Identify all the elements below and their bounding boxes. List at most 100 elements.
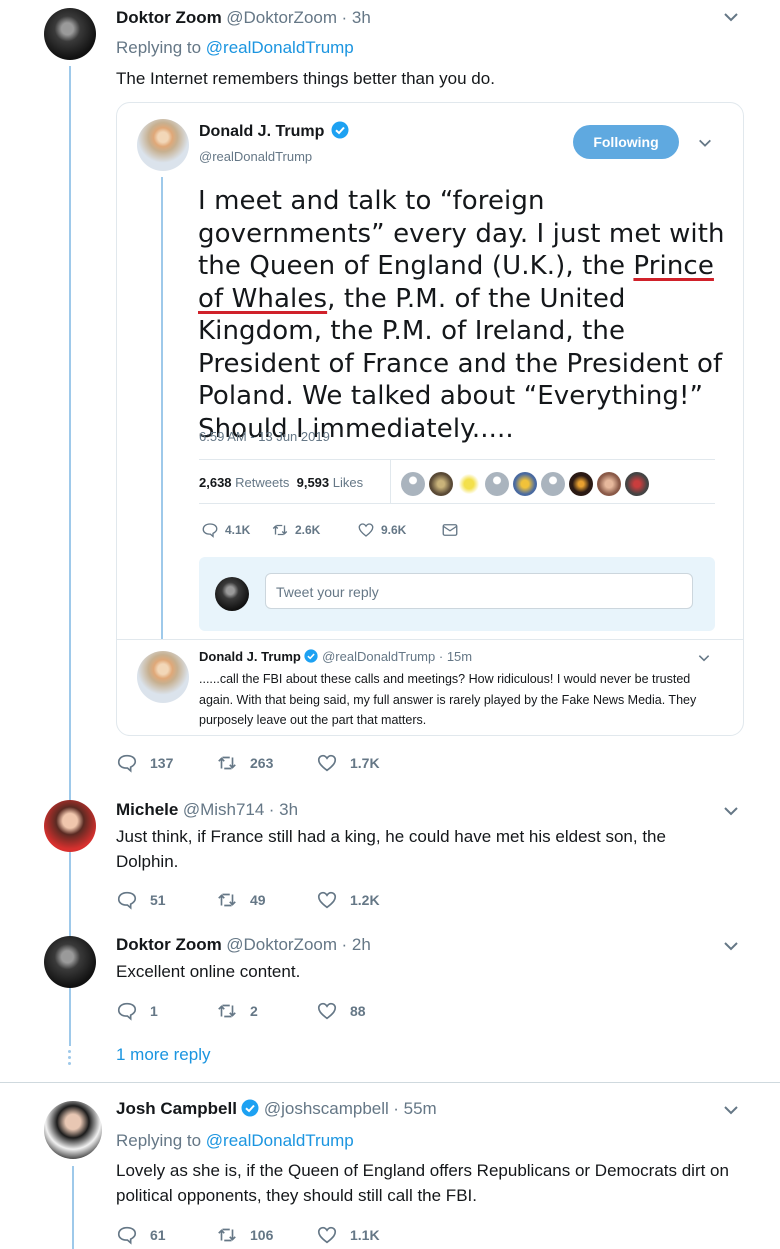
like-count: 88 (350, 1003, 366, 1019)
like-button[interactable]: 1.2K (316, 889, 416, 911)
timestamp[interactable]: · 55m (393, 1099, 436, 1118)
thread-line (161, 177, 163, 639)
author-name[interactable]: Michele (116, 800, 178, 819)
avatar[interactable] (457, 472, 481, 496)
like-button[interactable]: 9.6K (357, 521, 441, 539)
retweet-icon (218, 893, 236, 907)
retweet-count[interactable]: 2,638 (199, 475, 232, 490)
followup-text: ......call the FBI about these calls and… (199, 672, 697, 727)
avatar[interactable] (625, 472, 649, 496)
thread-line (72, 1166, 74, 1249)
chevron-down-icon[interactable] (722, 802, 740, 825)
author-name[interactable]: Donald J. Trump (199, 123, 324, 140)
reply-count: 137 (150, 755, 174, 771)
reply-button[interactable]: 61 (116, 1224, 216, 1246)
reply-icon (202, 523, 218, 538)
avatar[interactable] (513, 472, 537, 496)
chevron-down-icon[interactable] (697, 135, 713, 156)
like-icon (317, 1002, 337, 1020)
retweet-count: 49 (250, 892, 266, 908)
avatar[interactable] (44, 936, 96, 988)
author-name[interactable]: Doktor Zoom (116, 935, 222, 954)
author-handle[interactable]: @DoktorZoom (226, 8, 337, 27)
retweet-icon (272, 524, 288, 536)
timestamp[interactable]: · 3h (269, 800, 298, 819)
liker-avatars[interactable] (401, 472, 671, 498)
like-icon (317, 754, 337, 772)
reply-count: 1 (150, 1003, 158, 1019)
quoted-actions: 4.1K 2.6K 9.6K (201, 521, 471, 539)
like-icon (317, 891, 337, 909)
direct-message-button[interactable] (441, 521, 471, 539)
reply-button[interactable]: 51 (116, 889, 216, 911)
retweet-label[interactable]: Retweets (235, 475, 289, 490)
replying-prefix: Replying to (116, 38, 202, 57)
chevron-down-icon[interactable] (697, 651, 711, 670)
tweet-text: Lovely as she is, if the Queen of Englan… (116, 1161, 729, 1205)
tweet-timestamp[interactable]: 6:59 AM - 13 Jun 2019 (199, 429, 330, 444)
avatar[interactable] (137, 651, 189, 703)
timestamp[interactable]: · 2h (341, 935, 370, 954)
chevron-down-icon[interactable] (722, 1101, 740, 1124)
timestamp[interactable]: · 3h (341, 8, 370, 27)
avatar[interactable] (44, 800, 96, 852)
dm-icon (442, 524, 458, 536)
author-handle[interactable]: @realDonaldTrump (199, 149, 312, 164)
author-handle[interactable]: @DoktorZoom (226, 935, 337, 954)
avatar[interactable] (429, 472, 453, 496)
retweet-count: 263 (250, 755, 274, 771)
avatar[interactable] (44, 1101, 102, 1159)
reply-input[interactable]: Tweet your reply (265, 573, 693, 609)
reply-button[interactable]: 137 (116, 752, 216, 774)
divider (117, 639, 743, 640)
thread-line (69, 66, 71, 1046)
author-handle[interactable]: @joshscampbell (264, 1099, 389, 1118)
retweet-icon (218, 1228, 236, 1242)
retweet-count: 106 (250, 1227, 274, 1243)
chevron-down-icon[interactable] (722, 937, 740, 960)
like-count[interactable]: 9,593 (297, 475, 330, 490)
author-name[interactable]: Donald J. Trump (199, 649, 301, 664)
avatar[interactable] (137, 119, 189, 171)
retweet-button[interactable]: 2 (216, 1000, 316, 1022)
avatar[interactable] (215, 577, 249, 611)
avatar[interactable] (44, 8, 96, 60)
retweet-button[interactable]: 2.6K (271, 521, 357, 539)
like-button[interactable]: 88 (316, 1000, 416, 1022)
quoted-tweet-text: I meet and talk to “foreign governments”… (198, 185, 728, 445)
like-label[interactable]: Likes (333, 475, 363, 490)
divider (199, 503, 715, 504)
replying-to-link[interactable]: @realDonaldTrump (206, 1131, 354, 1150)
embedded-tweet-card[interactable]: Donald J. Trump @realDonaldTrump Followi… (116, 102, 744, 736)
chevron-down-icon[interactable] (722, 8, 740, 31)
avatar[interactable] (541, 472, 565, 496)
reply-button[interactable]: 1 (116, 1000, 216, 1022)
author-handle[interactable]: @Mish714 (183, 800, 265, 819)
avatar[interactable] (401, 472, 425, 496)
author-handle[interactable]: @realDonaldTrump (322, 649, 435, 664)
avatar[interactable] (485, 472, 509, 496)
like-count: 1.7K (350, 755, 380, 771)
retweet-button[interactable]: 263 (216, 752, 316, 774)
tweet-text: Just think, if France still had a king, … (116, 827, 666, 871)
retweet-button[interactable]: 49 (216, 889, 316, 911)
like-button[interactable]: 1.1K (316, 1224, 416, 1246)
following-button[interactable]: Following (573, 125, 679, 159)
author-name[interactable]: Doktor Zoom (116, 8, 222, 27)
like-button[interactable]: 1.7K (316, 752, 416, 774)
tweet-actions: 1 2 88 (116, 1000, 416, 1022)
reply-count: 51 (150, 892, 166, 908)
retweet-count: 2.6K (295, 523, 321, 537)
reply-button[interactable]: 4.1K (201, 521, 271, 539)
replying-to-link[interactable]: @realDonaldTrump (206, 38, 354, 57)
author-name[interactable]: Josh Campbell (116, 1099, 237, 1118)
reply-count: 4.1K (225, 523, 251, 537)
reply-icon (117, 891, 137, 910)
avatar[interactable] (597, 472, 621, 496)
retweet-icon (218, 756, 236, 770)
timestamp[interactable]: · 15m (439, 649, 472, 664)
more-replies-link[interactable]: 1 more reply (116, 1045, 210, 1065)
avatar[interactable] (569, 472, 593, 496)
retweet-button[interactable]: 106 (216, 1224, 316, 1246)
reply-icon (117, 1226, 137, 1245)
